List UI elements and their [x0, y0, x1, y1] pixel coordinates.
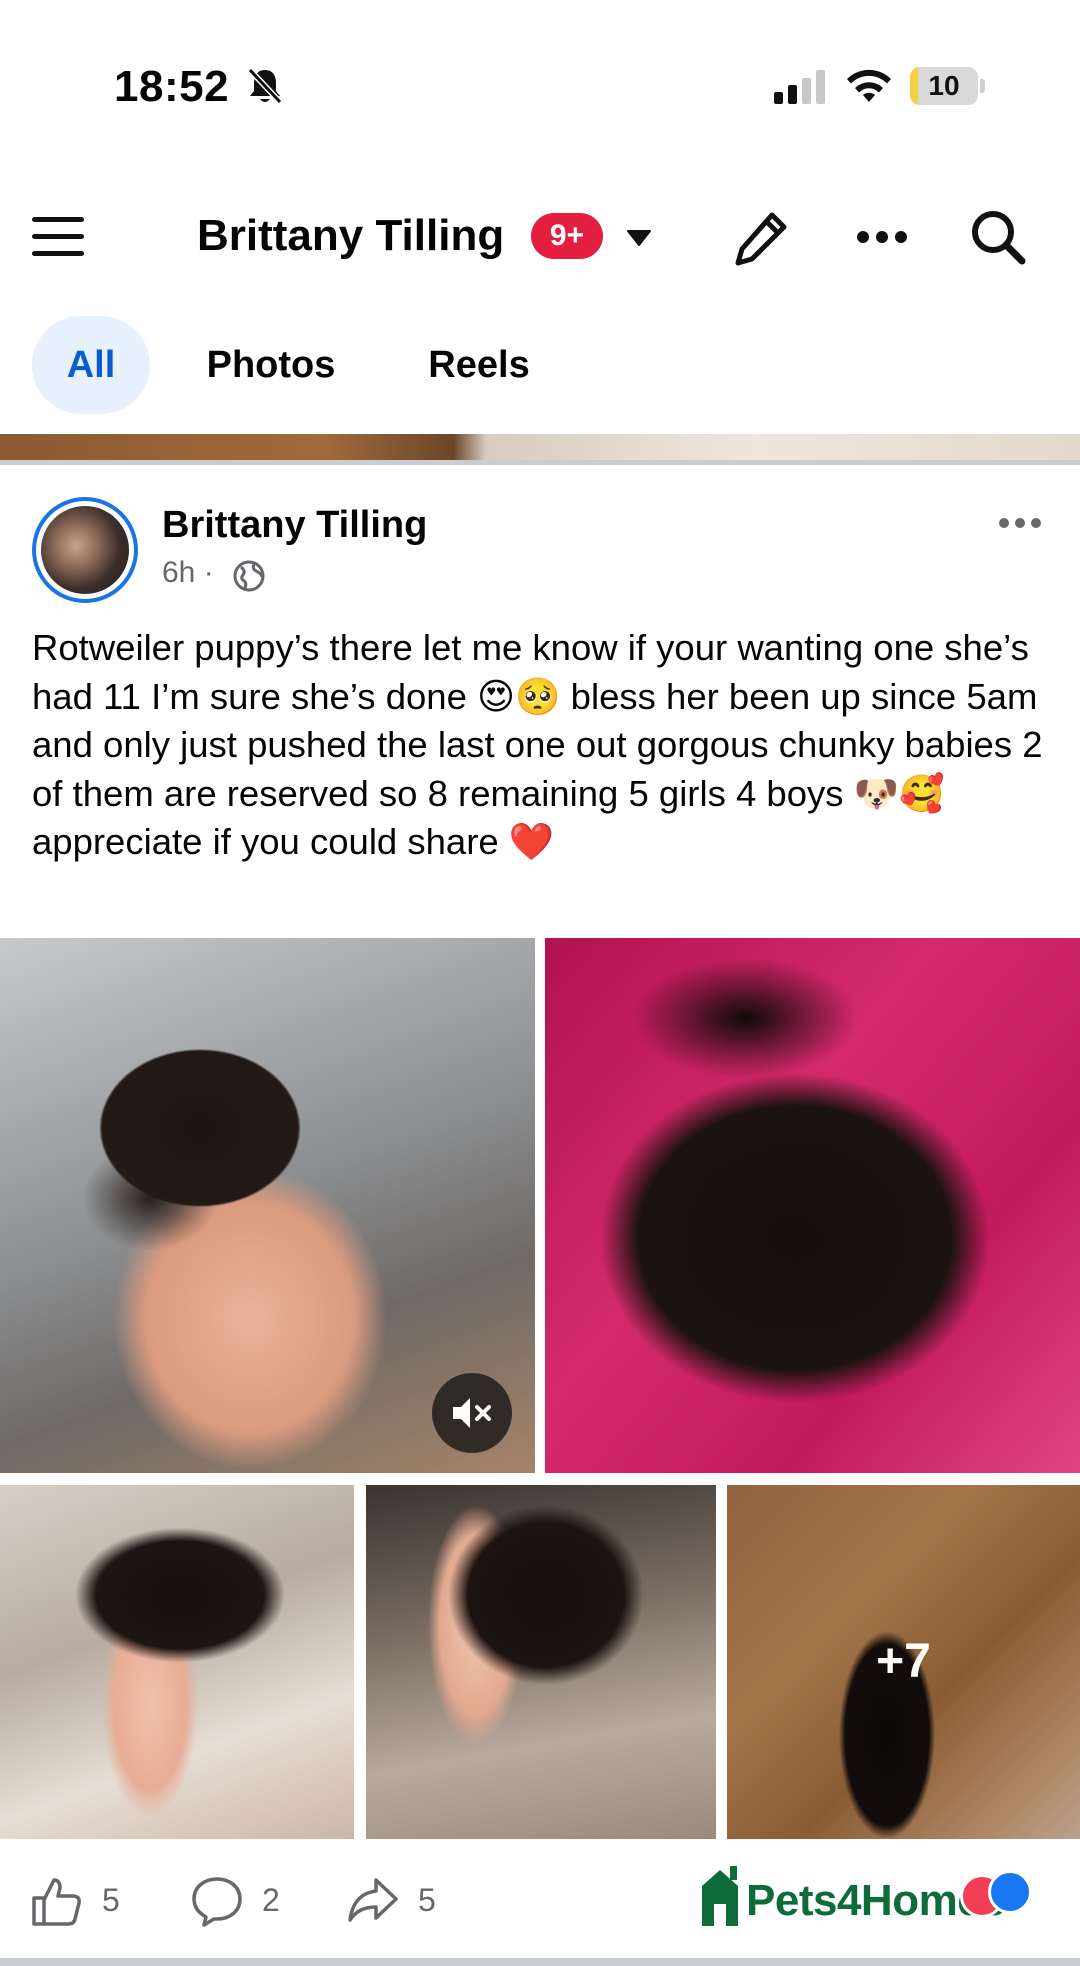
signal-icon	[774, 70, 825, 104]
like-button[interactable]: 5	[30, 1874, 130, 1930]
previous-post-image[interactable]	[0, 434, 1080, 460]
more-photos-count: +7	[727, 1485, 1080, 1839]
edit-icon[interactable]	[730, 207, 792, 269]
battery-level: 10	[928, 70, 960, 101]
post-time: 6h	[162, 556, 196, 589]
post-divider	[0, 460, 1080, 465]
tab-all[interactable]: All	[32, 316, 150, 414]
comment-button[interactable]: 2	[190, 1874, 290, 1930]
post-more-icon[interactable]	[998, 516, 1042, 530]
caret-down-icon[interactable]	[626, 227, 652, 249]
bell-slash-icon	[247, 67, 283, 105]
post-photo-2[interactable]	[545, 938, 1080, 1473]
profile-header: Brittany Tilling 9+	[0, 175, 1080, 300]
thumbs-up-icon	[32, 1878, 81, 1926]
house-logo-icon	[702, 1866, 738, 1926]
post-photo-3[interactable]	[0, 1485, 354, 1839]
like-reaction-icon	[988, 1870, 1032, 1914]
post-meta: 6h ·	[162, 556, 214, 590]
comment-count: 2	[262, 1882, 280, 1918]
avatar-photo	[41, 506, 129, 594]
post-photo-5[interactable]: +7	[727, 1485, 1080, 1839]
post-photo-4[interactable]	[366, 1485, 716, 1839]
post-meta-separator: ·	[203, 556, 214, 589]
wifi-icon	[847, 69, 891, 102]
comment-icon	[192, 1877, 242, 1927]
share-count: 5	[418, 1882, 436, 1918]
tab-reels[interactable]: Reels	[400, 316, 558, 414]
share-icon	[348, 1878, 398, 1922]
tab-photos[interactable]: Photos	[180, 316, 362, 414]
speaker-muted-icon	[453, 1398, 491, 1428]
post-action-bar: 5 2 5 Pets4Homes	[0, 1848, 1080, 1952]
profile-name[interactable]: Brittany Tilling	[197, 211, 504, 261]
like-count: 5	[102, 1882, 120, 1918]
status-bar: 18:52 10	[0, 0, 1080, 175]
avatar[interactable]	[32, 497, 138, 603]
notification-badge[interactable]: 9+	[531, 213, 603, 259]
pets4homes-logo[interactable]: Pets4Homes	[696, 1864, 1036, 1938]
share-button[interactable]: 5	[346, 1874, 446, 1930]
search-icon[interactable]	[968, 207, 1028, 267]
post-text: Rotweiler puppy’s there let me know if y…	[32, 627, 1043, 862]
menu-icon[interactable]	[30, 209, 86, 265]
globe-icon	[233, 560, 265, 592]
post-author[interactable]: Brittany Tilling	[162, 504, 427, 547]
post-bottom-divider	[0, 1958, 1080, 1966]
status-time: 18:52	[114, 62, 230, 111]
battery-icon: 10	[910, 67, 986, 105]
mute-button[interactable]	[432, 1373, 512, 1453]
more-icon[interactable]	[856, 229, 908, 245]
filter-tabs: All Photos Reels	[0, 300, 1080, 432]
